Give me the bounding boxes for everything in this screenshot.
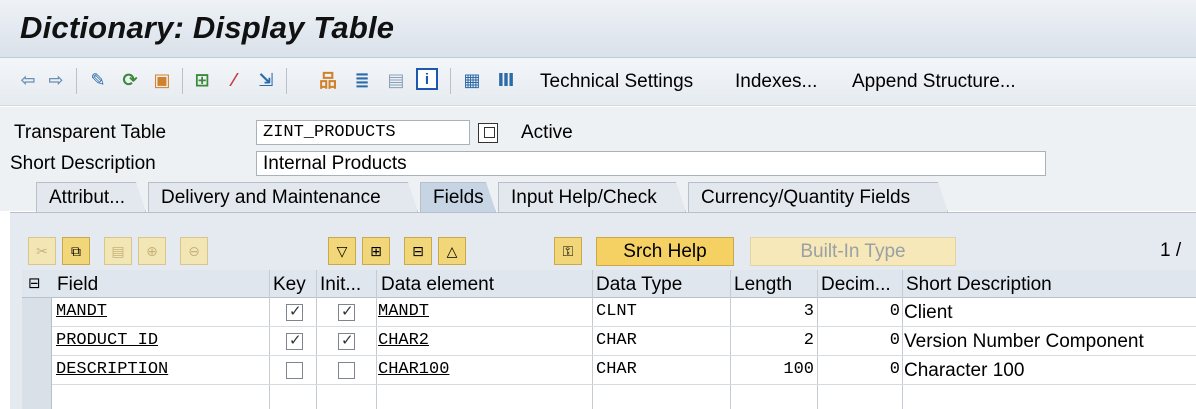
cut-icon[interactable]: ✂ [28,237,56,265]
other-object-icon[interactable]: ⟳ [118,68,142,92]
first-page-icon[interactable]: ⊞ [362,237,390,265]
scroll-up-icon[interactable]: △ [438,237,466,265]
title-bar: Dictionary: Display Table [0,0,1196,58]
field-name-cell[interactable]: MANDT [56,302,107,321]
hierarchy-icon[interactable]: 品 [316,68,340,92]
tab-fields[interactable]: Fields [420,182,496,212]
column-header-key[interactable]: Key [273,274,306,296]
data-type-cell: CHAR [596,360,637,379]
paste-icon[interactable]: ▤ [104,237,132,265]
insert-row-icon[interactable]: ⊕ [138,237,166,265]
length-cell: 3 [803,302,814,321]
field-name-cell[interactable]: DESCRIPTION [56,360,168,379]
tab-delivery-maintenance[interactable]: Delivery and Maintenance [148,182,418,212]
technical-settings-button[interactable]: Technical Settings [540,71,693,93]
field-name-cell[interactable]: PRODUCT_ID [56,331,158,350]
column-header-init[interactable]: Init... [320,274,361,296]
length-cell: 2 [803,331,814,350]
init-checkbox[interactable] [338,302,355,321]
table-row[interactable]: PRODUCT_ID CHAR2 CHAR 2 0 Version Number… [22,327,1196,356]
tab-strip: Attribut... Delivery and Maintenance Fie… [36,182,950,212]
column-header-data-element[interactable]: Data element [381,274,494,296]
columns-icon[interactable]: Ⅲ [494,68,518,92]
tab-currency-quantity-fields[interactable]: Currency/Quantity Fields [688,182,948,212]
row-selector[interactable] [22,385,52,409]
row-selector[interactable] [22,298,52,327]
expand-icon[interactable]: ▽ [328,237,356,265]
decimals-cell: 0 [889,302,900,321]
indexes-button[interactable]: Indexes... [735,71,817,93]
forward-arrow-icon[interactable]: ⇨ [44,68,68,92]
page-indicator: 1 / [1160,240,1182,261]
table-row[interactable] [22,385,1196,409]
list-icon[interactable]: ▤ [384,68,408,92]
layout-icon[interactable]: ≣ [350,68,374,92]
activate-icon[interactable]: ▣ [150,68,174,92]
key-icon[interactable]: ⚿ [554,237,582,265]
data-type-cell: CLNT [596,302,637,321]
short-description-cell: Version Number Component [904,331,1144,352]
data-type-cell: CHAR [596,331,637,350]
key-checkbox[interactable] [286,302,303,321]
search-help-button[interactable]: Srch Help [596,237,734,266]
decimals-cell: 0 [889,331,900,350]
application-toolbar: ⇦ ⇨ ✎ ⟳ ▣ ⊞ ⁄ ⇲ 品 ≣ ▤ i ▦ Ⅲ Technical Se… [0,58,1196,106]
data-element-cell[interactable]: CHAR2 [378,331,429,350]
short-description-label: Short Description [10,153,156,174]
init-checkbox[interactable] [338,362,355,379]
table-row[interactable]: DESCRIPTION CHAR100 CHAR 100 0 Character… [22,356,1196,385]
column-header-length[interactable]: Length [734,274,792,296]
column-header-short-description[interactable]: Short Description [906,274,1052,296]
key-checkbox[interactable] [286,331,303,350]
status-label: Active [521,122,573,143]
tab-attributes[interactable]: Attribut... [36,182,146,212]
column-header-field[interactable]: Field [57,274,98,296]
short-description-cell: Character 100 [904,360,1025,381]
append-structure-button[interactable]: Append Structure... [852,71,1016,93]
length-cell: 100 [783,360,814,379]
table-name-field[interactable]: ZINT_PRODUCTS [256,120,470,145]
display-change-icon[interactable]: ✎ [86,68,110,92]
data-element-cell[interactable]: CHAR100 [378,360,449,379]
transparent-table-label: Transparent Table [14,122,167,143]
short-description-field[interactable]: Internal Products [256,151,1046,176]
row-selector[interactable] [22,327,52,356]
tree-icon[interactable]: ▦ [460,68,484,92]
data-element-cell[interactable]: MANDT [378,302,429,321]
table-row[interactable]: MANDT MANDT CLNT 3 0 Client [22,298,1196,327]
builtin-type-button[interactable]: Built-In Type [750,237,956,266]
last-page-icon[interactable]: ⊟ [404,237,432,265]
copy-row-icon[interactable]: ⧉ [62,237,90,265]
decimals-cell: 0 [889,360,900,379]
key-checkbox[interactable] [286,362,303,379]
where-used-icon[interactable]: ⊞ [190,68,214,92]
row-selector[interactable] [22,356,52,385]
column-header-decimals[interactable]: Decim... [821,274,891,296]
window-title: Dictionary: Display Table [20,10,395,45]
copy-icon[interactable] [478,123,498,143]
navigate-icon[interactable]: ⇲ [254,68,278,92]
select-all-icon[interactable]: ⊟ [28,274,41,292]
table-header-row: ⊟ Field Key Init... Data element Data Ty… [22,270,1196,298]
info-icon[interactable]: i [416,68,438,90]
delete-row-icon[interactable]: ⊖ [180,237,208,265]
magic-wand-icon[interactable]: ⁄ [222,68,246,92]
column-header-data-type[interactable]: Data Type [596,274,682,296]
back-arrow-icon[interactable]: ⇦ [16,68,40,92]
fields-table: ⊟ Field Key Init... Data element Data Ty… [22,270,1196,409]
tab-input-help-check[interactable]: Input Help/Check [498,182,686,212]
init-checkbox[interactable] [338,331,355,350]
short-description-cell: Client [904,302,953,323]
